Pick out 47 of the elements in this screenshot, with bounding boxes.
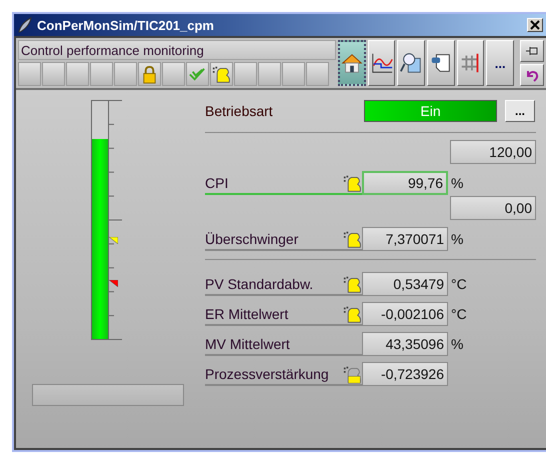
- more-button[interactable]: ...: [505, 100, 535, 122]
- status-slot: [258, 62, 281, 86]
- status-slot: [282, 62, 305, 86]
- hand-icon[interactable]: [343, 230, 362, 249]
- window-title: ConPerMonSim/TIC201_cpm: [37, 18, 215, 32]
- value-field: 0,53479: [362, 272, 448, 296]
- trend-icon: [370, 51, 394, 75]
- value-label: Prozessverstärkung: [205, 362, 362, 386]
- status-slot: [18, 62, 41, 86]
- value-field: -0,723926: [362, 362, 448, 386]
- status-slot: [90, 62, 113, 86]
- value-label: Überschwinger: [205, 227, 362, 251]
- magnifier-icon: [399, 51, 424, 75]
- note-view-button[interactable]: [427, 40, 455, 86]
- mode-label: Betriebsart: [205, 103, 274, 119]
- feather-icon: [17, 17, 33, 33]
- home-view-button[interactable]: [338, 40, 366, 86]
- status-slot: [66, 62, 89, 86]
- unit-label: %: [451, 174, 464, 193]
- unit-label: °C: [451, 305, 467, 324]
- hand-icon[interactable]: [343, 365, 362, 384]
- value-field: 99,76: [362, 171, 448, 195]
- limit-field: 0,00: [450, 196, 536, 220]
- unit-label: %: [451, 335, 464, 354]
- status-slot: [306, 62, 329, 86]
- limit-field: 120,00: [450, 140, 536, 164]
- value-field: 7,370071: [362, 227, 448, 251]
- hand-icon[interactable]: [343, 174, 362, 193]
- value-field: -0,002106: [362, 302, 448, 326]
- zoom-view-button[interactable]: [397, 40, 426, 86]
- value-field: 43,35096: [362, 332, 448, 356]
- close-button[interactable]: [527, 18, 543, 32]
- mode-status: Ein: [364, 100, 497, 122]
- value-label: ER Mittelwert: [205, 302, 362, 326]
- more-button[interactable]: ...: [486, 40, 514, 86]
- unit-label: °C: [451, 275, 467, 294]
- trend-view-button[interactable]: [368, 40, 396, 86]
- faceplate-title: Control performance monitoring: [18, 40, 336, 60]
- value-label: CPI: [205, 171, 362, 195]
- pin-button[interactable]: [520, 40, 544, 62]
- hand-icon[interactable]: [343, 275, 362, 294]
- hand-icon[interactable]: [343, 305, 362, 324]
- unit-label: %: [451, 230, 464, 249]
- schematic-view-button[interactable]: [456, 40, 484, 86]
- status-slot: [42, 62, 65, 86]
- undo-button[interactable]: [520, 64, 544, 86]
- value-label: PV Standardabw.: [205, 272, 362, 296]
